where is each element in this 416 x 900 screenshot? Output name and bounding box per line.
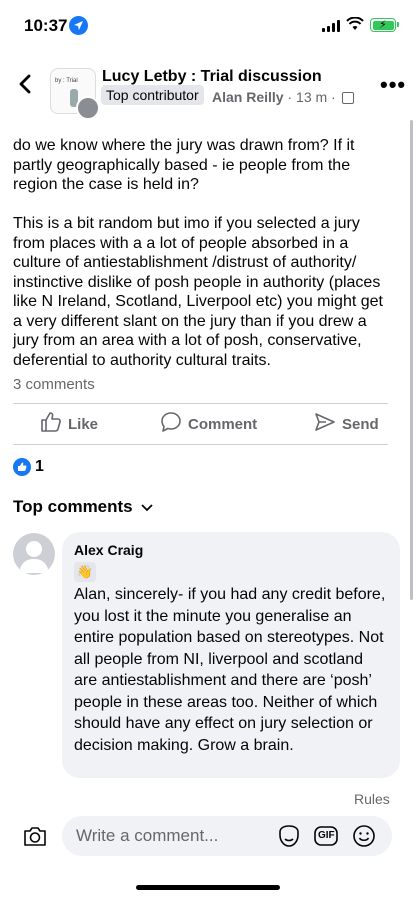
scrollbar[interactable] [410,120,413,600]
back-arrow-icon[interactable] [14,72,38,96]
gif-icon[interactable]: GIF [314,824,338,848]
avatar-sticker-icon[interactable] [277,824,301,848]
comment-text: Alan, sincerely- if you had any credit b… [74,586,386,754]
reactions-count: 1 [35,458,44,475]
cellular-signal-icon [322,20,342,32]
top-comments-filter[interactable]: Top comments [13,497,153,517]
author-name[interactable]: Alan Reilly [212,89,284,105]
post-time: · 13 m · [283,89,340,105]
status-bar: 10:37 ⚡ [0,0,416,50]
comment-composer: GIF [0,812,416,860]
battery-icon: ⚡ [370,18,399,32]
divider [13,444,388,445]
top-contributor-badge: Top contributor [101,85,204,105]
post-actions: Like Comment Send [0,404,416,444]
send-label: Send [342,415,379,433]
location-arrow-icon [69,16,88,35]
comment-input[interactable] [62,816,392,856]
like-reaction-icon [13,458,31,476]
rules-link[interactable]: Rules [354,791,390,807]
post-body: do we know where the jury was drawn from… [13,136,391,390]
author-avatar[interactable] [76,96,100,120]
group-name[interactable]: Lucy Letby : Trial discussion [102,68,322,86]
send-button[interactable]: Send [314,412,379,436]
wifi-icon [346,16,364,36]
author-meta-line: Alan Reilly · 13 m · [212,89,354,105]
comment-label: Comment [188,415,258,433]
gif-label: GIF [318,830,335,841]
emoji-icon[interactable] [352,824,376,848]
commenter-avatar[interactable] [13,533,55,575]
send-icon [314,411,336,437]
post-paragraph: do we know where the jury was drawn from… [13,137,355,193]
like-button[interactable]: Like [40,412,98,436]
comment-bubble: Alex Craig 👋 Alan, sincerely- if you had… [62,532,400,778]
commenter-name[interactable]: Alex Craig [74,542,388,558]
comment-button[interactable]: Comment [160,412,257,436]
status-time: 10:37 [24,16,68,35]
thumbs-up-icon [40,411,62,437]
home-indicator [136,885,280,890]
like-label: Like [68,415,99,433]
post-header: by : Trial Lucy Letby : Trial discussion… [0,58,416,122]
comment-bubble-icon [160,411,182,437]
waving-hand-icon: 👋 [74,562,96,582]
comments-count[interactable]: 3 comments [13,376,95,393]
top-comments-label: Top comments [13,497,133,516]
camera-icon[interactable] [22,824,48,853]
post-paragraph: This is a bit random but imo if you sele… [13,215,383,369]
group-privacy-icon [341,92,354,104]
group-avatar-text: by : Trial [55,78,78,84]
more-options-icon[interactable]: ••• [380,74,406,96]
reactions-summary[interactable]: 1 [13,458,44,476]
chevron-down-icon [141,497,153,517]
